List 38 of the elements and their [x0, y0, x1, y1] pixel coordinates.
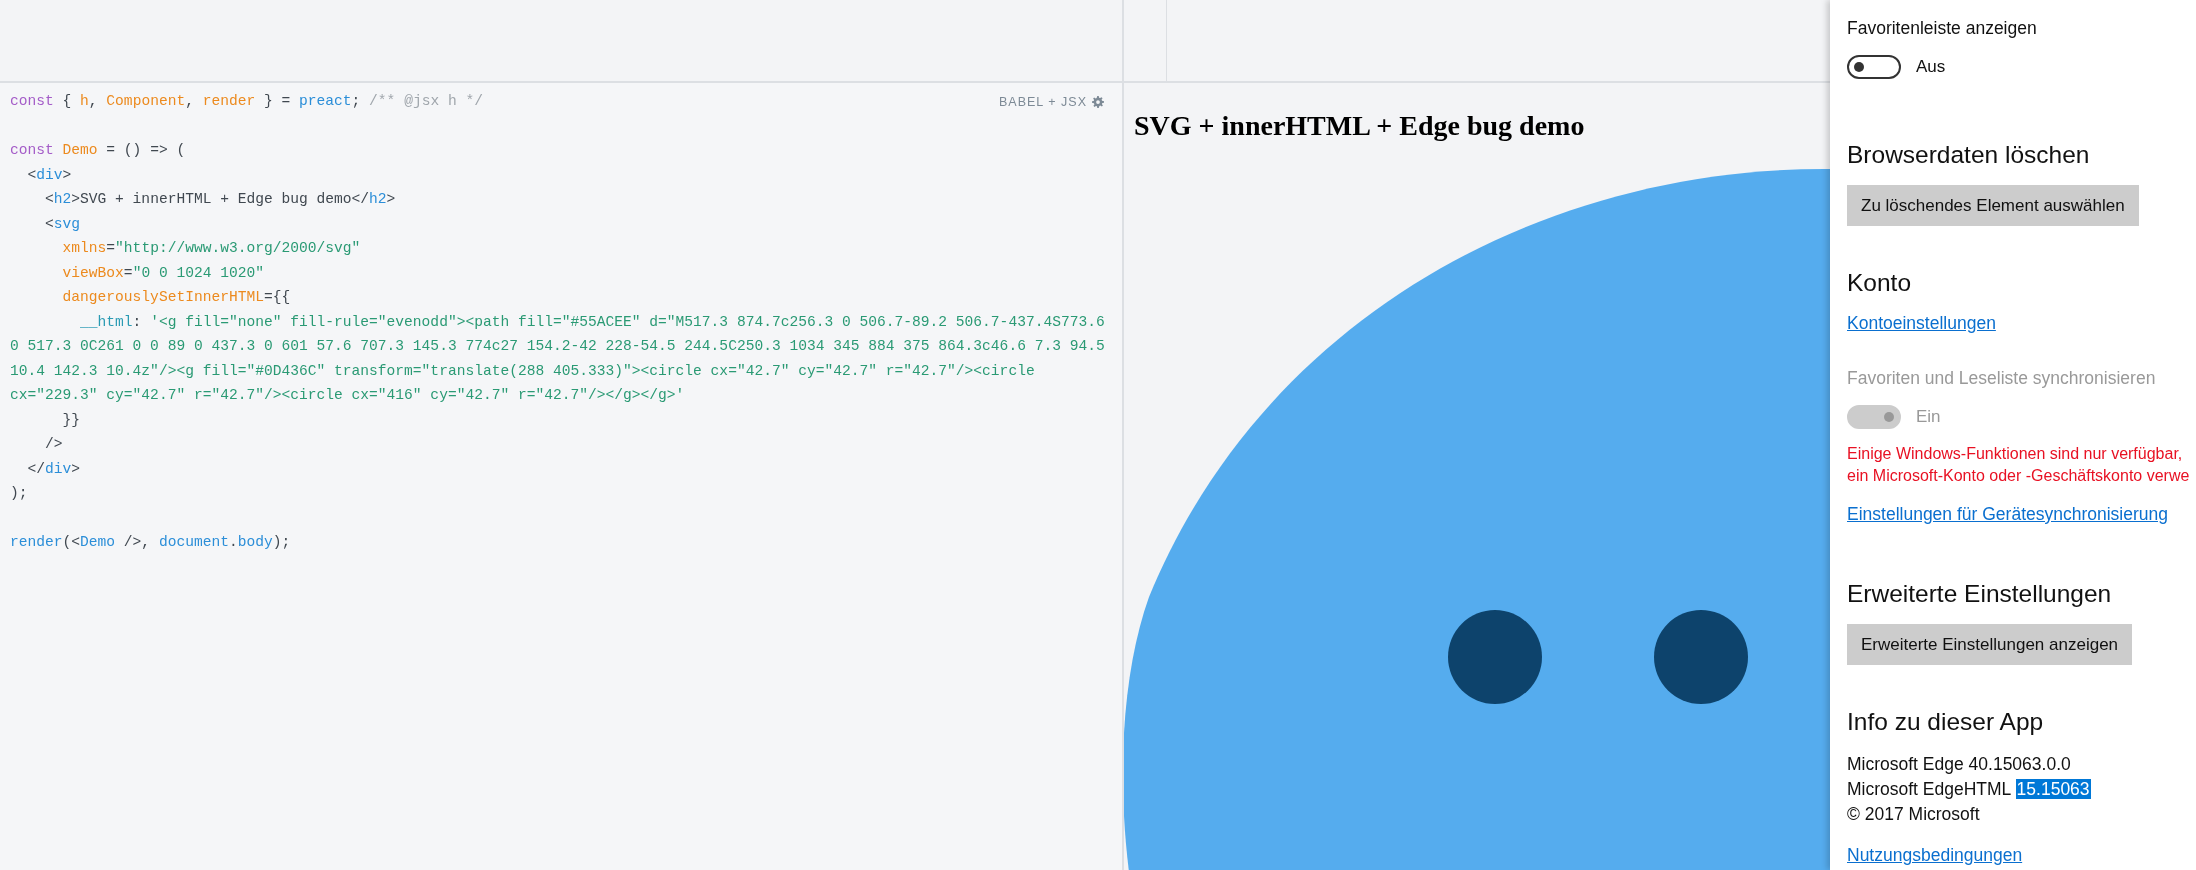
- code-line: }}: [61, 410, 81, 430]
- settings-icon[interactable]: [1092, 96, 1104, 108]
- code-line: <svg: [44, 214, 81, 234]
- code-line: </div>: [26, 459, 81, 479]
- language-label[interactable]: BABEL + JSX: [999, 95, 1104, 109]
- code-line: render(<Demo />, document.body);: [10, 533, 291, 552]
- toggle-label: Ein: [1916, 407, 1941, 427]
- toggle-switch[interactable]: [1847, 55, 1901, 79]
- code-line: const Demo = () => (: [10, 141, 186, 160]
- action-button[interactable]: Zu löschendes Element auswählen: [1847, 185, 2139, 226]
- code-line: 10.4 142.3 10.4z"/><g fill="#0D436C" transform="translate(288 405.333)"><circle cx="42.7" cy="42.7" r="42.7"/><circle: [10, 361, 1035, 381]
- code-line: <div>: [26, 165, 72, 185]
- code-line: const { h, Component, render } = preact; /** @jsx h */: [10, 92, 483, 111]
- code-line: />: [44, 435, 63, 454]
- code-line: <h2>SVG + innerHTML + Edge bug demo</h2>: [44, 190, 396, 209]
- settings-link[interactable]: Nutzungsbedingungen: [1847, 845, 2023, 866]
- code-line: dangerouslySetInnerHTML={{: [61, 288, 291, 307]
- warning-text: Einige Windows-Funktionen sind nur verfügbar, ein Microsoft-Konto oder -Geschäftskonto verwe: [1847, 444, 2190, 486]
- version-text: © 2017 Microsoft: [1847, 803, 1980, 826]
- setting-label: Favoriten und Leseliste synchronisieren: [1847, 368, 2156, 389]
- code-line: cx="229.3" cy="42.7" r="42.7"/><circle cx="416" cy="42.7" r="42.7"/></g></g>': [10, 386, 685, 405]
- version-text: Microsoft Edge 40.15063.0.0: [1847, 753, 2071, 776]
- action-button[interactable]: Erweiterte Einstellungen anzeigen: [1847, 624, 2133, 665]
- code-line: );: [10, 484, 28, 503]
- version-text: Microsoft EdgeHTML 15.15063: [1847, 778, 2091, 801]
- section-heading: Info zu dieser App: [1847, 708, 2044, 736]
- setting-label: Favoritenleiste anzeigen: [1847, 18, 2037, 39]
- section-heading: Erweiterte Einstellungen: [1847, 580, 2112, 608]
- code-line: 0 517.3 0C261 0 0 89 0 437.3 0 601 57.6 707.3 145.3 774c27 154.2-42 228-54.5 244.5C250.3 1034 345 884 375 864.3c46.6 7.3 94.5: [10, 337, 1105, 356]
- section-heading: Browserdaten löschen: [1847, 141, 2090, 169]
- toggle-label: Aus: [1916, 57, 1946, 77]
- demo-heading: SVG + innerHTML + Edge bug demo: [1134, 109, 1586, 143]
- code-line: __html: '<g fill="none" fill-rule="evenodd"><path fill="#55ACEE" d="M517.3 874.7c256.3 0 506.7-89.2 506.7-437.4S773.6: [79, 312, 1105, 332]
- section-heading: Konto: [1847, 269, 1912, 297]
- code-line: xmlns="http://www.w3.org/2000/svg": [61, 239, 361, 258]
- settings-link[interactable]: Kontoeinstellungen: [1847, 313, 1996, 334]
- code-line: viewBox="0 0 1024 1020": [61, 263, 264, 283]
- settings-link[interactable]: Einstellungen für Gerätesynchronisierung: [1847, 504, 2168, 525]
